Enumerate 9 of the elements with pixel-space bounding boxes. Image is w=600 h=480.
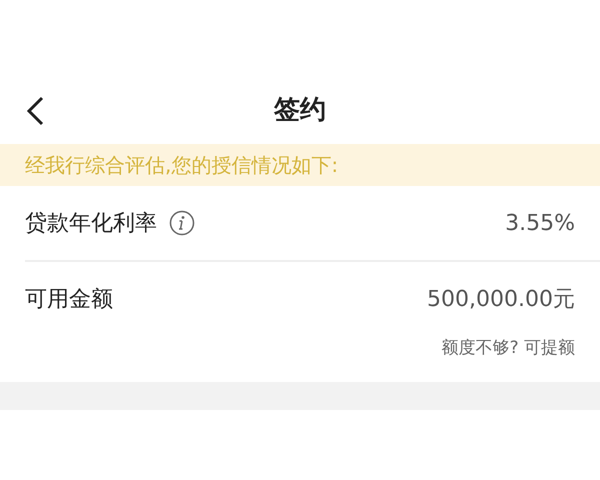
row-value: 3.55%	[505, 210, 575, 238]
row-value: 500,000.00元	[427, 286, 575, 314]
page-title: 签约	[274, 94, 326, 126]
info-icon[interactable]	[169, 210, 195, 236]
row-label: 贷款年化利率	[25, 210, 157, 238]
row-label: 可用金额	[25, 286, 113, 314]
notice-banner: 经我行综合评估,您的授信情况如下:	[0, 144, 600, 186]
back-icon[interactable]	[24, 96, 46, 126]
raise-limit-link[interactable]: 额度不够? 可提额	[442, 336, 575, 362]
